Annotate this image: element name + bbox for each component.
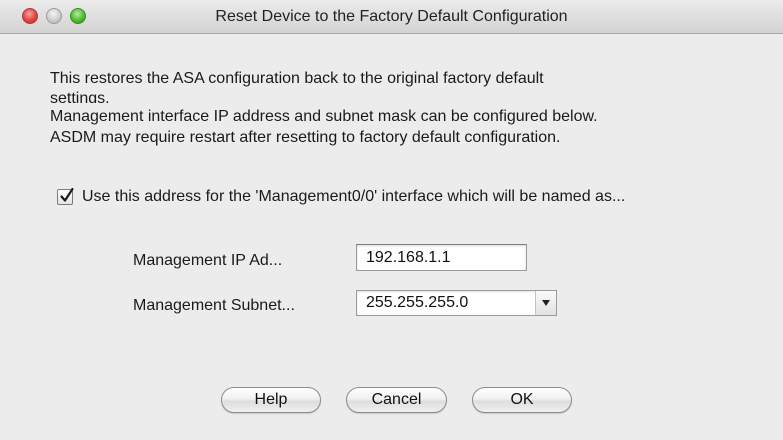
management-subnet-label: Management Subnet... [133,297,295,314]
use-address-label: Use this address for the 'Management0/0'… [82,188,626,205]
description-line-1-text: This restores the ASA configuration back… [50,70,544,87]
management-subnet-select[interactable]: 255.255.255.0 [356,290,557,316]
management-subnet-value: 255.255.255.0 [366,294,469,311]
description-line-2: Management interface IP address and subn… [50,108,598,125]
help-button[interactable]: Help [221,387,321,413]
management-ip-label: Management IP Ad... [133,252,283,269]
chevron-down-icon[interactable] [535,291,556,315]
ok-button[interactable]: OK [472,387,572,413]
title-bar: Reset Device to the Factory Default Conf… [0,0,783,34]
management-address-option[interactable]: Use this address for the 'Management0/0'… [57,187,626,206]
window-title: Reset Device to the Factory Default Conf… [215,8,568,25]
reset-dialog-window: Reset Device to the Factory Default Conf… [0,0,783,440]
management-ip-input[interactable] [356,244,527,271]
description-line-1: This restores the ASA configuration back… [50,69,544,103]
use-address-checkbox[interactable] [57,187,74,205]
checkmark-icon [60,187,74,202]
description-line-1-wrap: settings. [50,90,110,103]
description-line-3: ASDM may require restart after resetting… [50,129,561,146]
cancel-button[interactable]: Cancel [346,387,447,413]
